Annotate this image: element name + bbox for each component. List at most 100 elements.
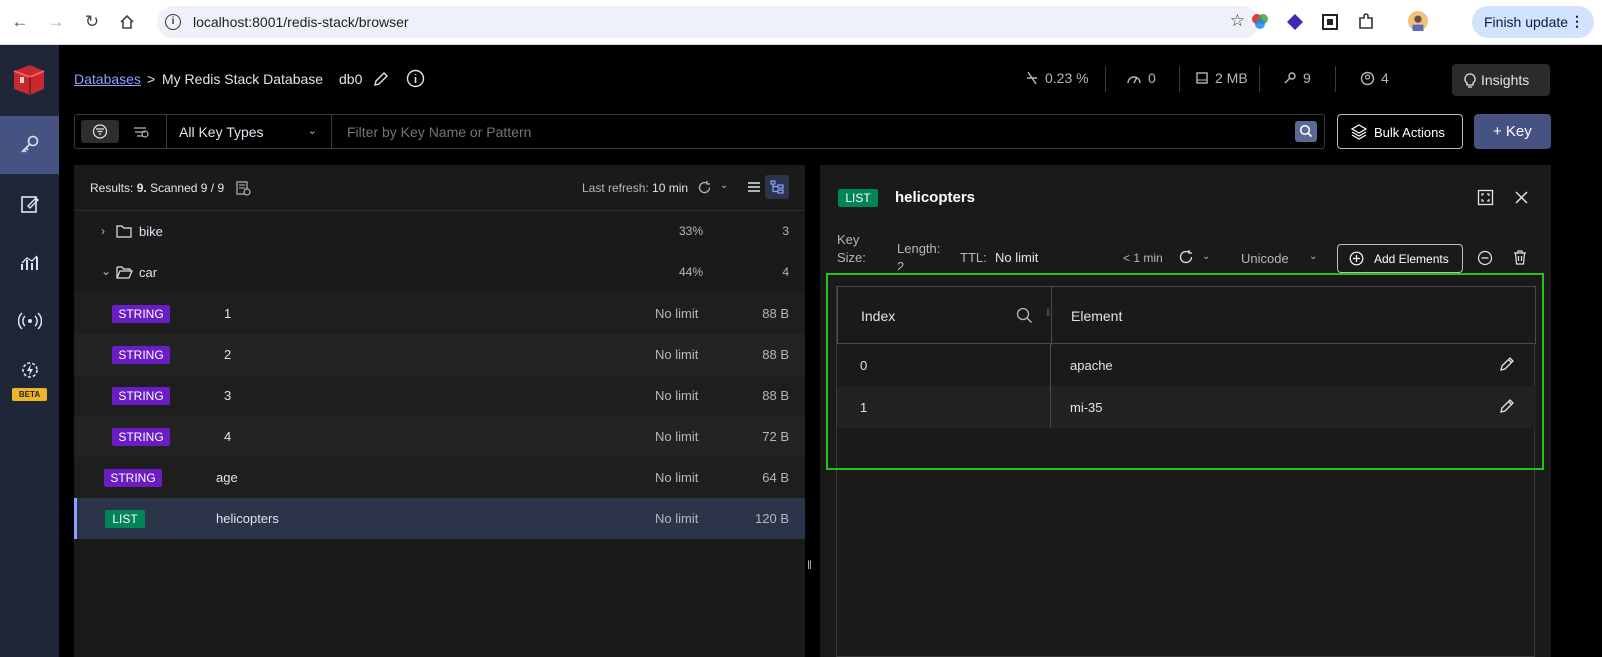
diamond-extension-icon[interactable] bbox=[1285, 12, 1305, 32]
nav-workbench[interactable] bbox=[0, 175, 59, 233]
ops-value: 0 bbox=[1148, 70, 1156, 86]
ttl-label: TTL: bbox=[960, 250, 987, 265]
frame-extension-icon[interactable] bbox=[1320, 12, 1340, 32]
refresh-age: < 1 min bbox=[1123, 251, 1163, 265]
key-row[interactable]: STRING 2 No limit 88 B bbox=[74, 334, 805, 375]
nav-triggers[interactable] bbox=[0, 350, 59, 390]
key-type-select[interactable]: All Key Types ⌄ bbox=[167, 115, 332, 148]
key-name: helicopters bbox=[216, 511, 279, 526]
key-size: 88 B bbox=[762, 347, 789, 362]
key-row[interactable]: STRING 4 No limit 72 B bbox=[74, 416, 805, 457]
ttl-value[interactable]: No limit bbox=[995, 250, 1038, 265]
type-badge-list: LIST bbox=[105, 510, 145, 528]
profile-avatar[interactable] bbox=[1408, 11, 1428, 31]
results-label: Results: bbox=[90, 181, 134, 195]
tree-view-button[interactable] bbox=[765, 175, 789, 199]
close-icon[interactable] bbox=[1514, 190, 1529, 205]
memory-icon bbox=[1196, 72, 1208, 84]
panel-resize-handle[interactable]: ‖ bbox=[807, 558, 812, 572]
column-divider bbox=[1050, 344, 1051, 386]
results-summary: Results: 9. Scanned 9 / 9 bbox=[90, 181, 224, 195]
chevron-down-icon[interactable]: ⌄ bbox=[101, 264, 111, 278]
refresh-icon[interactable] bbox=[697, 180, 712, 195]
chevron-down-icon[interactable]: ⌄ bbox=[720, 180, 728, 191]
search-icon[interactable] bbox=[1016, 307, 1033, 324]
breadcrumb-databases[interactable]: Databases bbox=[74, 71, 141, 87]
table-row: 1 mi-35 bbox=[837, 386, 1536, 428]
pencil-icon[interactable] bbox=[373, 71, 389, 87]
detail-key-name[interactable]: helicopters bbox=[895, 189, 975, 206]
color-extension-icon[interactable] bbox=[1250, 12, 1270, 32]
browser-toolbar: ← → ↻ i localhost:8001/redis-stack/brows… bbox=[0, 0, 1602, 45]
site-info-icon[interactable]: i bbox=[165, 14, 181, 30]
address-bar[interactable]: i localhost:8001/redis-stack/browser ☆ bbox=[157, 6, 1259, 38]
vector-search-icon[interactable] bbox=[132, 124, 150, 139]
scan-more-icon[interactable] bbox=[235, 180, 251, 196]
folder-percentage: 44% bbox=[679, 265, 704, 279]
chevron-right-icon[interactable]: › bbox=[101, 224, 105, 238]
info-icon[interactable] bbox=[406, 69, 425, 88]
key-size: 120 B bbox=[755, 511, 789, 526]
folder-row-bike[interactable]: › bike 33% 3 bbox=[74, 211, 805, 252]
nav-pubsub[interactable] bbox=[0, 292, 59, 350]
search-icon bbox=[1299, 124, 1313, 138]
memory-stat: 2 MB bbox=[1195, 70, 1248, 86]
list-view-button[interactable] bbox=[742, 175, 766, 199]
remove-elements-icon[interactable] bbox=[1477, 250, 1493, 266]
key-row-selected[interactable]: LIST helicopters No limit 120 B bbox=[74, 498, 805, 539]
folder-icon bbox=[116, 225, 132, 238]
divider bbox=[1259, 66, 1260, 92]
key-row[interactable]: STRING age No limit 64 B bbox=[74, 457, 805, 498]
db-index: db0 bbox=[339, 71, 363, 87]
add-key-button[interactable]: + Key bbox=[1474, 114, 1551, 149]
bulk-actions-button[interactable]: Bulk Actions bbox=[1337, 114, 1463, 149]
nav-analysis[interactable] bbox=[0, 234, 59, 292]
layers-icon bbox=[1351, 124, 1367, 140]
edit-pencil-icon[interactable] bbox=[1499, 398, 1515, 414]
broadcast-icon bbox=[17, 312, 42, 330]
length-value: 2 bbox=[897, 259, 905, 270]
reload-icon[interactable]: ↻ bbox=[80, 10, 104, 34]
add-elements-button[interactable]: Add Elements bbox=[1337, 244, 1463, 273]
edit-pencil-icon[interactable] bbox=[1499, 356, 1515, 372]
insights-button[interactable]: Insights bbox=[1452, 64, 1550, 96]
trash-icon[interactable] bbox=[1512, 249, 1528, 266]
back-icon[interactable]: ← bbox=[8, 10, 32, 34]
fullscreen-icon[interactable] bbox=[1477, 189, 1494, 206]
key-filter-input[interactable] bbox=[333, 115, 1273, 148]
element-value: mi-35 bbox=[1070, 400, 1103, 415]
folder-row-car[interactable]: ⌄ car 44% 4 bbox=[74, 252, 805, 293]
more-vert-icon[interactable]: ⋮ bbox=[1570, 13, 1584, 30]
key-ttl: No limit bbox=[655, 306, 699, 321]
finish-update-button[interactable]: Finish update ⋮ bbox=[1472, 6, 1594, 38]
chevron-down-icon[interactable]: ⌄ bbox=[1202, 251, 1210, 262]
bookmark-star-icon[interactable]: ☆ bbox=[1230, 11, 1245, 31]
extensions-puzzle-icon[interactable] bbox=[1356, 12, 1376, 32]
filter-mode-button[interactable] bbox=[81, 120, 119, 143]
length-label: Length: bbox=[897, 241, 941, 256]
search-button[interactable] bbox=[1295, 121, 1317, 142]
key-size: 88 B bbox=[762, 388, 789, 403]
key-row[interactable]: STRING 1 No limit 88 B bbox=[74, 293, 805, 334]
redis-logo[interactable] bbox=[10, 63, 48, 97]
column-resize-handle[interactable]: ‖ bbox=[1046, 308, 1050, 319]
nav-browser[interactable] bbox=[0, 116, 59, 174]
column-index: Index bbox=[861, 308, 896, 324]
format-value: Unicode bbox=[1241, 251, 1289, 266]
forward-icon[interactable]: → bbox=[44, 10, 68, 34]
format-select[interactable]: Unicode ⌄ bbox=[1230, 244, 1320, 273]
folder-name: car bbox=[139, 265, 158, 280]
type-badge-string: STRING bbox=[112, 346, 170, 364]
key-ttl: No limit bbox=[655, 347, 699, 362]
results-count: 9. bbox=[136, 181, 147, 195]
column-divider bbox=[1051, 287, 1052, 345]
key-size-label: Size: bbox=[837, 250, 866, 265]
filter-icon bbox=[92, 124, 108, 139]
key-name: age bbox=[216, 470, 238, 485]
key-row[interactable]: STRING 3 No limit 88 B bbox=[74, 375, 805, 416]
finish-update-label: Finish update bbox=[1484, 14, 1569, 30]
refresh-icon[interactable] bbox=[1178, 249, 1194, 265]
home-icon[interactable] bbox=[115, 10, 139, 34]
folder-percentage: 33% bbox=[679, 224, 704, 238]
ops-stat: 0 bbox=[1126, 70, 1156, 86]
